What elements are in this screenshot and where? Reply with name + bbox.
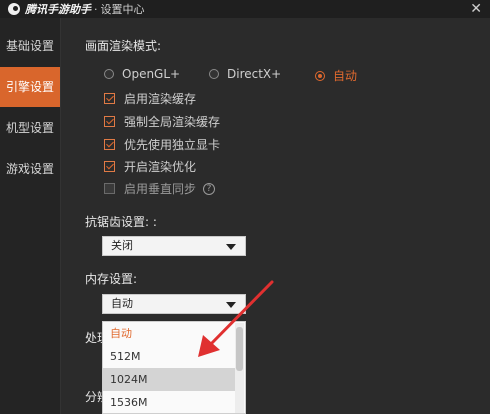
radio-label: OpenGL+ bbox=[122, 67, 181, 81]
memory-dropdown-list: 自动 512M 1024M 1536M bbox=[102, 321, 246, 414]
checkbox-box bbox=[104, 93, 115, 104]
checkbox-label: 启用垂直同步 bbox=[124, 182, 197, 196]
sidebar-item-engine-settings[interactable]: 引擎设置 bbox=[0, 67, 60, 107]
memory-option-1024m[interactable]: 1024M bbox=[103, 368, 235, 391]
checkbox-label: 强制全局渲染缓存 bbox=[124, 115, 221, 129]
dropdown-scrollbar[interactable] bbox=[235, 323, 244, 413]
checkbox-render-cache[interactable]: 启用渲染缓存 bbox=[104, 90, 196, 107]
radio-directx[interactable]: DirectX+ bbox=[209, 67, 281, 81]
checkbox-label: 开启渲染优化 bbox=[124, 160, 197, 174]
radio-auto[interactable]: 自动 bbox=[315, 67, 357, 84]
antialias-value: 关闭 bbox=[111, 239, 133, 252]
checkbox-vsync[interactable]: 启用垂直同步 ? bbox=[104, 180, 216, 197]
checkbox-label: 优先使用独立显卡 bbox=[124, 138, 221, 152]
memory-option-512m[interactable]: 512M bbox=[103, 345, 235, 368]
antialias-label: 抗锯齿设置: : bbox=[85, 215, 157, 229]
checkbox-label: 启用渲染缓存 bbox=[124, 92, 197, 106]
sidebar-item-basic-settings[interactable]: 基础设置 bbox=[0, 26, 60, 66]
radio-label: DirectX+ bbox=[227, 67, 282, 81]
sidebar-item-game-settings[interactable]: 游戏设置 bbox=[0, 149, 60, 189]
tencent-logo-icon bbox=[8, 3, 20, 15]
window-subtitle: 设置中心 bbox=[100, 3, 145, 16]
checkbox-box bbox=[104, 183, 115, 194]
dropdown-scrollbar-thumb[interactable] bbox=[236, 327, 243, 371]
sidebar-item-device-settings[interactable]: 机型设置 bbox=[0, 108, 60, 148]
memory-label: 内存设置: bbox=[85, 272, 138, 286]
app-title: 腾讯手游助手 bbox=[25, 3, 91, 16]
radio-circle bbox=[209, 69, 219, 79]
title-bar: 腾讯手游助手 · 设置中心 ✕ bbox=[0, 0, 490, 18]
memory-select[interactable]: 自动 bbox=[102, 294, 246, 314]
close-icon[interactable]: ✕ bbox=[470, 0, 482, 18]
help-icon[interactable]: ? bbox=[203, 182, 216, 195]
radio-circle bbox=[104, 69, 114, 79]
radio-circle bbox=[315, 70, 325, 81]
chevron-down-icon bbox=[226, 302, 236, 308]
checkbox-dedicated-gpu[interactable]: 优先使用独立显卡 bbox=[104, 136, 220, 153]
render-mode-label: 画面渲染模式: bbox=[85, 39, 162, 53]
radio-label: 自动 bbox=[333, 69, 358, 83]
checkbox-render-optimization[interactable]: 开启渲染优化 bbox=[104, 158, 196, 175]
checkbox-box bbox=[104, 139, 115, 150]
checkbox-box bbox=[104, 161, 115, 172]
radio-opengl[interactable]: OpenGL+ bbox=[104, 67, 180, 81]
memory-option-auto[interactable]: 自动 bbox=[103, 322, 235, 345]
checkbox-force-global-cache[interactable]: 强制全局渲染缓存 bbox=[104, 113, 220, 130]
antialias-select[interactable]: 关闭 bbox=[102, 236, 246, 256]
checkbox-box bbox=[104, 116, 115, 127]
sidebar: 基础设置 引擎设置 机型设置 游戏设置 bbox=[0, 18, 61, 414]
memory-option-1536m[interactable]: 1536M bbox=[103, 391, 235, 413]
settings-panel: 画面渲染模式: OpenGL+ DirectX+ 自动 启用渲染缓存 强制全局渲… bbox=[61, 18, 490, 414]
memory-value: 自动 bbox=[111, 297, 133, 310]
title-separator: · bbox=[94, 2, 98, 16]
chevron-down-icon bbox=[226, 244, 236, 250]
